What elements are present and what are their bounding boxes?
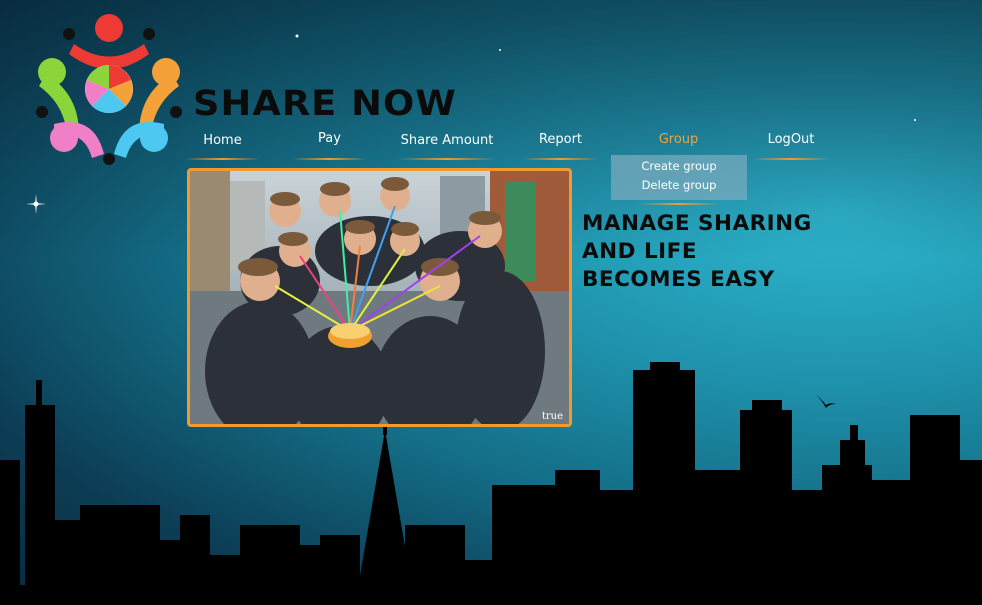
nav-share-amount[interactable]: Share Amount <box>398 128 496 160</box>
nav-logout-label: LogOut <box>767 132 815 147</box>
hero-tagline: MANAGE SHARING AND LIFE BECOMES EASY <box>582 210 812 294</box>
nav-home-underline <box>185 158 260 160</box>
nav-logout[interactable]: LogOut <box>752 128 830 160</box>
nav-pay-label: Pay <box>318 131 341 146</box>
nav-home[interactable]: Home <box>185 128 260 160</box>
tagline-line-1: MANAGE SHARING <box>582 211 812 236</box>
group-dropdown-menu: Create group Delete group <box>611 155 747 200</box>
nav-report[interactable]: Report <box>523 128 598 160</box>
brand-title: SHARE NOW <box>193 84 457 124</box>
nav-pay-underline <box>292 158 367 160</box>
group-dropdown-underline <box>638 203 720 205</box>
nav-report-underline <box>523 158 598 160</box>
photo-watermark: true <box>541 411 563 422</box>
menu-item-delete-group[interactable]: Delete group <box>611 176 747 195</box>
hero-photo: true <box>187 168 572 427</box>
main-nav: Home Pay Share Amount Report Group LogOu… <box>0 128 982 162</box>
nav-home-label: Home <box>203 133 242 148</box>
group-photo-illustration <box>190 171 569 424</box>
nav-logout-underline <box>752 158 830 160</box>
nav-share-amount-label: Share Amount <box>400 133 494 148</box>
tagline-line-2: AND LIFE <box>582 239 698 264</box>
tagline-line-3: BECOMES EASY <box>582 267 775 292</box>
menu-item-create-group[interactable]: Create group <box>611 157 747 176</box>
nav-group-label: Group <box>658 132 699 147</box>
nav-report-label: Report <box>538 132 583 147</box>
nav-pay[interactable]: Pay <box>292 128 367 160</box>
nav-share-amount-underline <box>398 158 496 160</box>
